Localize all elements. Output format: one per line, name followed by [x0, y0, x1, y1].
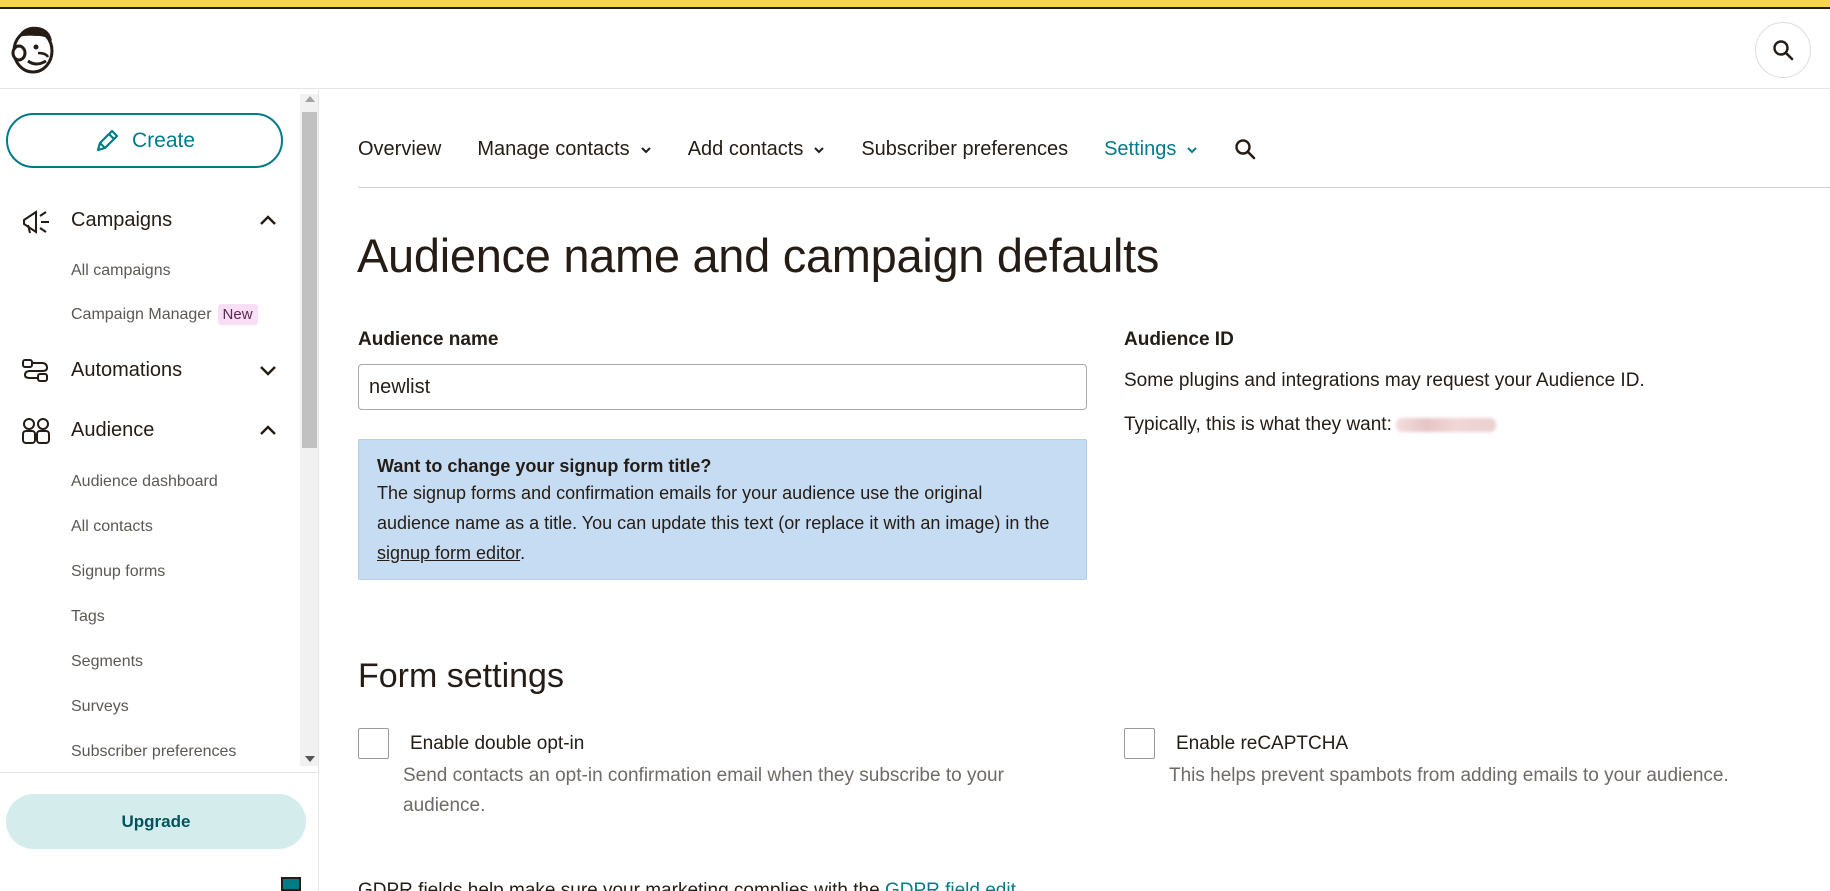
sidebar-section-label: Audience [71, 418, 155, 441]
scroll-up-arrow-icon[interactable] [305, 96, 315, 102]
sidebar-item-subscriber-preferences[interactable]: Subscriber preferences [71, 743, 236, 761]
sidebar-item-signup-forms[interactable]: Signup forms [71, 563, 165, 581]
audience-people-icon [22, 418, 50, 444]
create-button[interactable]: Create [6, 113, 283, 168]
signup-form-editor-link[interactable]: signup form editor [377, 543, 520, 563]
gdpr-field-editor-link[interactable]: GDPR field edit [885, 880, 1016, 891]
search-icon [1773, 40, 1794, 61]
audience-name-input[interactable] [358, 364, 1087, 410]
tab-search-button[interactable] [1234, 138, 1256, 160]
top-bar [0, 9, 1830, 89]
collapse-sidebar-icon[interactable] [281, 877, 301, 891]
audience-id-prompt: Typically, this is what they want: [1124, 414, 1392, 435]
sidebar-item-segments[interactable]: Segments [71, 653, 143, 671]
gdpr-text: GDPR fields help make sure your marketin… [358, 880, 880, 891]
audience-tabs: Overview Manage contacts Add contacts Su… [358, 138, 1292, 180]
tabs-divider [358, 187, 1830, 188]
info-box-title: Want to change your signup form title? [377, 456, 712, 476]
sidebar-item-all-campaigns[interactable]: All campaigns [71, 262, 171, 280]
tab-overview[interactable]: Overview [358, 138, 441, 161]
double-optin-help-line2: audience. [403, 795, 486, 816]
megaphone-icon [23, 210, 49, 234]
tab-subscriber-preferences[interactable]: Subscriber preferences [861, 138, 1068, 161]
tab-label: Manage contacts [477, 138, 630, 160]
audience-id-description: Some plugins and integrations may reques… [1124, 370, 1645, 391]
sidebar-scrollbar[interactable] [300, 94, 318, 766]
sidebar-section-label: Automations [71, 358, 183, 381]
chevron-down-icon [814, 146, 825, 153]
tab-label: Settings [1104, 138, 1177, 160]
freddie-logo-icon[interactable] [8, 23, 56, 75]
recaptcha-checkbox[interactable] [1124, 728, 1155, 759]
sidebar-section-audience[interactable]: Audience [0, 410, 300, 450]
sidebar-item-tags[interactable]: Tags [71, 608, 105, 626]
info-box-period: . [520, 543, 526, 563]
sidebar-section-automations[interactable]: Automations [0, 350, 300, 390]
tab-label: Subscriber preferences [861, 138, 1069, 160]
form-settings-title: Form settings [358, 657, 564, 695]
chevron-up-icon [260, 425, 276, 435]
search-icon [1235, 139, 1256, 160]
upgrade-button[interactable]: Upgrade [6, 794, 306, 849]
scroll-down-arrow-icon[interactable] [305, 756, 315, 762]
sidebar-item-campaign-manager[interactable]: Campaign Manager New [71, 304, 258, 325]
global-search-button[interactable] [1755, 22, 1811, 78]
tab-label: Overview [358, 138, 442, 160]
info-box-link-line: signup form editor. [377, 538, 1068, 568]
tab-manage-contacts[interactable]: Manage contacts [477, 138, 651, 161]
pencil-icon [96, 129, 119, 151]
top-brand-stripe [0, 0, 1830, 9]
audience-name-label: Audience name [358, 329, 499, 350]
info-box-body-line2: audience name as a title. You can update… [377, 513, 1050, 533]
double-optin-help-line1: Send contacts an opt-in confirmation ema… [403, 765, 1004, 786]
tab-add-contacts[interactable]: Add contacts [688, 138, 826, 161]
double-optin-help: Send contacts an opt-in confirmation ema… [403, 761, 1004, 821]
page-title: Audience name and campaign defaults [357, 229, 1160, 282]
sidebar-divider [0, 772, 318, 773]
gdpr-fields-text: GDPR fields help make sure your marketin… [358, 880, 1016, 891]
sidebar: Create Campaigns All campaigns Campaign … [0, 90, 319, 891]
chevron-down-icon [1187, 146, 1198, 153]
create-button-label: Create [131, 128, 196, 152]
double-optin-label[interactable]: Enable double opt-in [410, 733, 584, 755]
tab-settings[interactable]: Settings [1104, 138, 1198, 161]
recaptcha-help: This helps prevent spambots from adding … [1169, 765, 1729, 786]
sidebar-scroll-thumb[interactable] [302, 112, 317, 448]
automation-flow-icon [22, 359, 49, 382]
new-badge: New [217, 304, 258, 325]
sidebar-item-all-contacts[interactable]: All contacts [71, 518, 153, 536]
info-box-body-line1: The signup forms and confirmation emails… [377, 483, 983, 503]
audience-id-line: Typically, this is what they want: [1124, 414, 1496, 436]
signup-form-title-info-box: Want to change your signup form title? T… [358, 439, 1087, 580]
sidebar-item-label: Campaign Manager [71, 306, 212, 323]
double-optin-checkbox[interactable] [358, 728, 389, 759]
chevron-up-icon [260, 215, 276, 225]
audience-id-value-redacted [1395, 417, 1496, 432]
sidebar-item-surveys[interactable]: Surveys [71, 698, 129, 716]
sidebar-section-campaigns[interactable]: Campaigns [0, 200, 300, 240]
audience-id-label: Audience ID [1124, 329, 1234, 350]
recaptcha-label[interactable]: Enable reCAPTCHA [1176, 733, 1348, 755]
sidebar-item-audience-dashboard[interactable]: Audience dashboard [71, 473, 218, 491]
tab-label: Add contacts [687, 138, 804, 160]
sidebar-section-label: Campaigns [71, 208, 173, 231]
chevron-down-icon [640, 146, 651, 153]
chevron-down-icon [260, 366, 276, 376]
